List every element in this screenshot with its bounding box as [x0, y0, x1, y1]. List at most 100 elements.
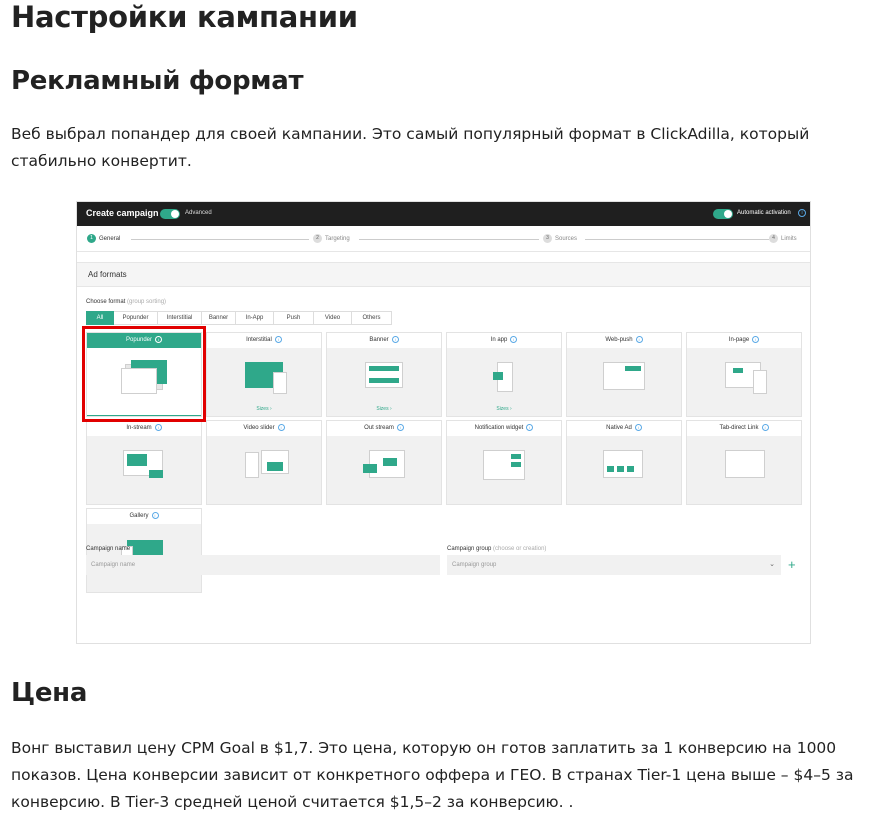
preview-notification: [625, 366, 641, 371]
preview-video: [149, 470, 163, 478]
preview-block: [493, 372, 503, 380]
campaign-group-hint: (choose or creation): [493, 546, 547, 552]
info-icon[interactable]: i: [634, 423, 642, 431]
step-limits[interactable]: 4 Limits: [769, 234, 797, 243]
info-icon[interactable]: i: [526, 423, 534, 431]
format-preview: Sizes ›: [327, 348, 441, 416]
format-label: Banner i: [327, 333, 441, 348]
step-connector: [585, 239, 769, 240]
step-general[interactable]: 1 General: [87, 234, 120, 243]
format-card-in-stream[interactable]: In-stream i: [86, 420, 202, 505]
info-icon[interactable]: i: [752, 335, 760, 343]
campaign-name-input[interactable]: Campaign name: [86, 555, 440, 575]
format-card-web-push[interactable]: Web-push i: [566, 332, 682, 417]
format-name: Notification widget: [474, 425, 524, 431]
tab-all[interactable]: All: [86, 311, 114, 325]
tab-in-app[interactable]: In-App: [236, 311, 274, 325]
format-label: In-stream i: [87, 421, 201, 436]
campaign-group-label: Campaign group (choose or creation): [447, 546, 546, 552]
info-icon[interactable]: i: [510, 335, 518, 343]
info-icon[interactable]: i: [151, 511, 159, 519]
campaign-group-select[interactable]: Campaign group ⌄: [447, 555, 781, 575]
tab-direct-link-illustration: [725, 450, 765, 478]
info-icon[interactable]: i: [391, 335, 399, 343]
info-icon[interactable]: i: [798, 209, 806, 217]
tab-popunder[interactable]: Popunder: [114, 311, 158, 325]
format-preview: [87, 436, 201, 504]
step-targeting[interactable]: 2 Targeting: [313, 234, 350, 243]
format-card-video-slider[interactable]: Video slider i: [206, 420, 322, 505]
campaign-group-text: Campaign group: [447, 546, 492, 552]
info-icon[interactable]: i: [277, 423, 285, 431]
step-number: 2: [313, 234, 322, 243]
format-tabs: All Popunder Interstitial Banner In-App …: [86, 311, 392, 325]
advanced-toggle[interactable]: [160, 209, 180, 219]
preview-notification: [511, 454, 521, 459]
paragraph-ad-format: Веб выбрал попандер для своей кампании. …: [11, 125, 810, 170]
format-label: Web-push i: [567, 333, 681, 348]
info-icon[interactable]: i: [274, 335, 282, 343]
tab-video[interactable]: Video: [314, 311, 352, 325]
section-heading-ad-format: Рекламный формат: [11, 66, 304, 96]
format-name: Tab-direct Link: [719, 425, 759, 431]
format-preview: [687, 348, 801, 416]
step-connector: [131, 239, 309, 240]
auto-activation-toggle[interactable]: [713, 209, 733, 219]
format-label: In app i: [447, 333, 561, 348]
choose-format-label: Choose format (group sorting): [86, 299, 166, 305]
preview-video: [363, 464, 377, 473]
format-preview: Sizes ›: [447, 348, 561, 416]
step-label: Sources: [555, 236, 578, 243]
sizes-link[interactable]: Sizes ›: [447, 406, 561, 412]
step-label: Limits: [781, 236, 797, 243]
top-bar: Create campaign Advanced Automatic activ…: [77, 202, 810, 226]
format-card-out-stream[interactable]: Out stream i: [326, 420, 442, 505]
tab-banner[interactable]: Banner: [202, 311, 236, 325]
format-name: Interstitial: [246, 337, 272, 343]
format-label: Video slider i: [207, 421, 321, 436]
panel-title: Ad formats: [88, 270, 127, 279]
format-card-notification-widget[interactable]: Notification widget i: [446, 420, 562, 505]
preview-notification: [511, 462, 521, 467]
chevron-down-icon: ⌄: [769, 561, 775, 568]
step-number: 3: [543, 234, 552, 243]
step-number: 4: [769, 234, 778, 243]
format-card-in-app[interactable]: In app i Sizes ›: [446, 332, 562, 417]
video-slider-illustration: [245, 452, 259, 478]
format-card-interstitial[interactable]: Interstitial i Sizes ›: [206, 332, 322, 417]
tab-interstitial[interactable]: Interstitial: [158, 311, 202, 325]
stepper: 1 General 2 Targeting 3 Sources 4 Limits: [77, 226, 810, 252]
preview-video: [127, 454, 147, 466]
advanced-label: Advanced: [185, 210, 212, 216]
format-preview: [567, 348, 681, 416]
preview-phone: [273, 372, 287, 394]
add-group-button[interactable]: +: [788, 555, 796, 575]
info-icon[interactable]: i: [761, 423, 769, 431]
preview-video: [383, 458, 397, 466]
panel-header: Ad formats: [77, 263, 810, 287]
format-label: Notification widget i: [447, 421, 561, 436]
step-label: Targeting: [325, 236, 350, 243]
info-icon[interactable]: i: [396, 423, 404, 431]
format-card-native-ad[interactable]: Native Ad i: [566, 420, 682, 505]
preview-tile: [627, 466, 634, 472]
format-preview: Sizes ›: [207, 348, 321, 416]
format-card-banner[interactable]: Banner i Sizes ›: [326, 332, 442, 417]
preview-phone: [753, 370, 767, 394]
format-label: Interstitial i: [207, 333, 321, 348]
preview-tile: [617, 466, 624, 472]
tab-push[interactable]: Push: [274, 311, 314, 325]
sizes-link[interactable]: Sizes ›: [207, 406, 321, 412]
format-name: In-page: [728, 337, 750, 343]
create-campaign-title: Create campaign: [86, 208, 159, 218]
format-card-in-page[interactable]: In-page i: [686, 332, 802, 417]
tab-others[interactable]: Others: [352, 311, 392, 325]
auto-activation-label: Automatic activation: [737, 210, 791, 216]
format-label: Tab-direct Link i: [687, 421, 801, 436]
format-name: Out stream: [364, 425, 394, 431]
format-card-tab-direct-link[interactable]: Tab-direct Link i: [686, 420, 802, 505]
info-icon[interactable]: i: [635, 335, 643, 343]
info-icon[interactable]: i: [154, 423, 162, 431]
step-sources[interactable]: 3 Sources: [543, 234, 577, 243]
sizes-link[interactable]: Sizes ›: [327, 406, 441, 412]
